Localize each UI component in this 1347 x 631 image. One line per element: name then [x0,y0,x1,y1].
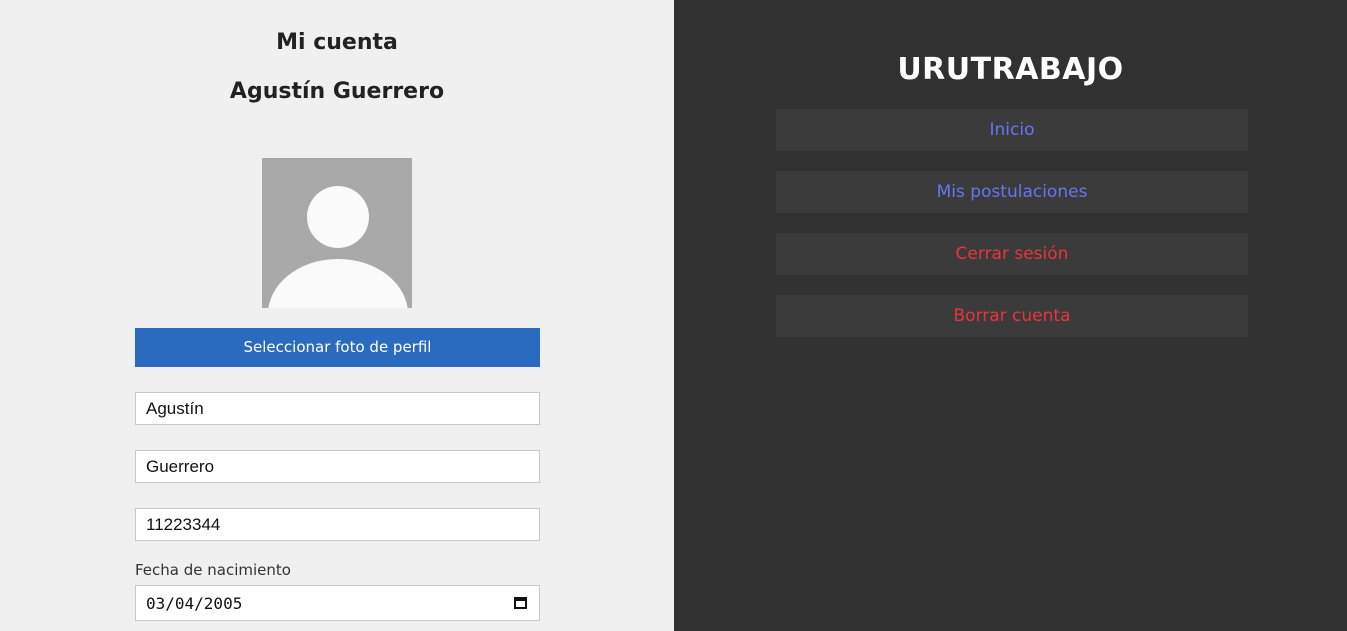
avatar-head [307,186,369,248]
brand-title: URUTRABAJO [897,52,1124,87]
first-name-field[interactable] [135,392,540,425]
select-profile-photo-button[interactable]: Seleccionar foto de perfil [135,328,540,367]
avatar-body [268,259,408,308]
document-number-field[interactable] [135,508,540,541]
user-name: Agustín Guerrero [229,79,445,104]
nav-item-inicio[interactable]: Inicio [776,109,1248,151]
birth-date-label: Fecha de nacimiento [135,561,291,579]
birth-date-field[interactable]: 03/04/2005 [135,585,540,621]
user-placeholder-icon [262,158,412,308]
nav-item-mis-postulaciones[interactable]: Mis postulaciones [776,171,1248,213]
page: Mi cuenta Agustín Guerrero Seleccionar f… [0,0,1347,631]
page-title: Mi cuenta [276,30,398,55]
calendar-icon[interactable] [513,595,529,611]
nav-item-cerrar-sesion[interactable]: Cerrar sesión [776,233,1248,275]
nav-item-borrar-cuenta[interactable]: Borrar cuenta [776,295,1248,337]
account-panel: Mi cuenta Agustín Guerrero Seleccionar f… [0,0,674,631]
sidebar: URUTRABAJO Inicio Mis postulaciones Cerr… [674,0,1347,631]
last-name-field[interactable] [135,450,540,483]
birth-date-value: 03/04/2005 [146,593,243,613]
